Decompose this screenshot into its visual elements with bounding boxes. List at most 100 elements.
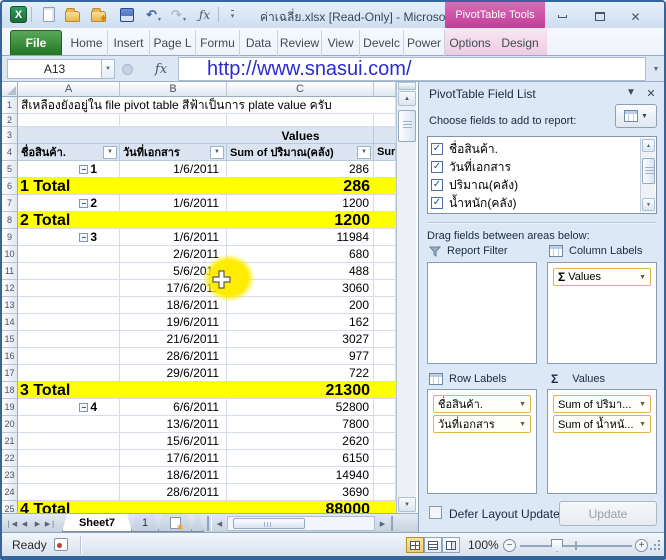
- pane-close-icon[interactable]: ✕: [643, 87, 659, 100]
- row-header-3[interactable]: 3: [2, 127, 18, 144]
- report-filter-box[interactable]: [427, 262, 537, 364]
- cell-c14[interactable]: 162: [227, 314, 374, 331]
- cell-b14[interactable]: 19/6/2011: [120, 314, 227, 331]
- tab-home[interactable]: Home: [66, 30, 108, 56]
- field-checkbox-checked[interactable]: ✓: [431, 143, 443, 155]
- row-header-18[interactable]: 18: [2, 382, 18, 399]
- row-header-8[interactable]: 8: [2, 212, 18, 229]
- undo-icon[interactable]: ↶▾: [143, 6, 160, 23]
- cell-c7[interactable]: 1200: [227, 195, 374, 212]
- prev-sheet-icon[interactable]: ◀: [18, 517, 31, 530]
- first-sheet-icon[interactable]: ❘◀: [5, 517, 18, 530]
- tab-design[interactable]: Design: [495, 30, 545, 56]
- select-all-corner[interactable]: [2, 82, 18, 97]
- cell-c23[interactable]: 14940: [227, 467, 374, 484]
- formula-input[interactable]: http://www.snasui.com/: [178, 57, 646, 81]
- defer-layout-checkbox[interactable]: [429, 506, 442, 519]
- cell-d16[interactable]: [374, 348, 396, 365]
- record-macro-icon[interactable]: [54, 538, 68, 551]
- pivot-total-row-25[interactable]: 4 Total88000: [18, 501, 396, 513]
- cell-b9[interactable]: 1/6/2011: [120, 229, 227, 246]
- sheet-tab-sheet7[interactable]: Sheet7: [62, 514, 132, 532]
- field-checkbox-checked[interactable]: ✓: [431, 179, 443, 191]
- chip-dropdown-icon[interactable]: ▼: [639, 421, 646, 428]
- cell-b20[interactable]: 13/6/2011: [120, 416, 227, 433]
- hscroll-left-icon[interactable]: ◀: [213, 517, 226, 530]
- cell-a19[interactable]: −4: [18, 399, 120, 416]
- pivot-total-row-8[interactable]: 2 Total1200: [18, 212, 396, 229]
- cell-b19[interactable]: 6/6/2011: [120, 399, 227, 416]
- row-header-15[interactable]: 15: [2, 331, 18, 348]
- field-chip-ชื่อสินค้า-[interactable]: ชื่อสินค้า.▼: [433, 395, 531, 413]
- worksheet-grid[interactable]: ABC1สีเหลืองยังอยู่ใน file pivot table ส…: [2, 82, 418, 513]
- row-header-19[interactable]: 19: [2, 399, 18, 416]
- name-box[interactable]: A13: [7, 59, 102, 79]
- name-box-dropdown-icon[interactable]: ▼: [102, 59, 115, 79]
- cell-c16[interactable]: 977: [227, 348, 374, 365]
- resize-grip[interactable]: [649, 539, 662, 552]
- cell-d9[interactable]: [374, 229, 396, 246]
- cell-d24[interactable]: [374, 484, 396, 501]
- cell-c9[interactable]: 11984: [227, 229, 374, 246]
- chip-dropdown-icon[interactable]: ▼: [519, 421, 526, 428]
- cell-d1[interactable]: [374, 97, 396, 114]
- cell-d5[interactable]: [374, 161, 396, 178]
- row-header-7[interactable]: 7: [2, 195, 18, 212]
- cell-c22[interactable]: 6150: [227, 450, 374, 467]
- cell-d19[interactable]: [374, 399, 396, 416]
- column-labels-box[interactable]: ΣValues▼: [547, 262, 657, 364]
- chip-dropdown-icon[interactable]: ▼: [639, 401, 646, 408]
- cell-b23[interactable]: 18/6/2011: [120, 467, 227, 484]
- row-header-25[interactable]: 25: [2, 501, 18, 513]
- tab-scrollbar-splitter[interactable]: [207, 516, 212, 531]
- row-header-22[interactable]: 22: [2, 450, 18, 467]
- open-folder-icon[interactable]: [64, 6, 81, 23]
- row-header-2[interactable]: 2: [2, 114, 18, 127]
- cell-d20[interactable]: [374, 416, 396, 433]
- tab-develc[interactable]: Develc: [360, 30, 404, 56]
- update-button[interactable]: Update: [559, 501, 657, 526]
- cell-a21[interactable]: [18, 433, 120, 450]
- row-header-5[interactable]: 5: [2, 161, 18, 178]
- excel-app-icon[interactable]: X: [10, 6, 27, 23]
- cell-b5[interactable]: 1/6/2011: [120, 161, 227, 178]
- cell-d7[interactable]: [374, 195, 396, 212]
- maximize-app-icon[interactable]: [591, 10, 608, 23]
- vertical-scroll-thumb[interactable]: [398, 110, 416, 142]
- collapse-item-icon[interactable]: −: [79, 233, 88, 242]
- new-document-icon[interactable]: [40, 6, 57, 23]
- row-header-6[interactable]: 6: [2, 178, 18, 195]
- pivot-total-row-18[interactable]: 3 Total21300: [18, 382, 396, 399]
- row-labels-box[interactable]: ชื่อสินค้า.▼วันที่เอกสาร▼: [427, 389, 537, 494]
- row-header-4[interactable]: 4: [2, 144, 18, 161]
- cell-a22[interactable]: [18, 450, 120, 467]
- horizontal-scroll-thumb[interactable]: [233, 518, 305, 529]
- cell-c2[interactable]: [227, 114, 374, 127]
- cell-a9[interactable]: −3: [18, 229, 120, 246]
- zoom-out-icon[interactable]: −: [503, 539, 516, 552]
- hscroll-right-icon[interactable]: ▶: [376, 517, 389, 530]
- filter-dropdown-icon[interactable]: ▼: [210, 146, 224, 159]
- row-header-1[interactable]: 1: [2, 97, 18, 114]
- field-item-4[interactable]: ✓น้ำหนัก(คลัง): [431, 194, 631, 212]
- vertical-scrollbar[interactable]: ▲ ▼: [396, 82, 416, 513]
- page-layout-view-button[interactable]: [424, 537, 442, 553]
- cell-d12[interactable]: [374, 280, 396, 297]
- row-header-21[interactable]: 21: [2, 433, 18, 450]
- tab-review[interactable]: Review: [278, 30, 322, 56]
- cell-d2[interactable]: [374, 114, 396, 127]
- cell-c21[interactable]: 2620: [227, 433, 374, 450]
- row-header-23[interactable]: 23: [2, 467, 18, 484]
- row-header-10[interactable]: 10: [2, 246, 18, 263]
- redo-icon[interactable]: ↷▾: [168, 6, 185, 23]
- field-item-2[interactable]: ✓วันที่เอกสาร: [431, 158, 631, 176]
- sheet-tab-1[interactable]: 1: [131, 514, 159, 532]
- cell-note-row1[interactable]: สีเหลืองยังอยู่ใน file pivot table สีฟ้า…: [18, 97, 374, 114]
- column-header-d[interactable]: [374, 82, 396, 97]
- tab-formu[interactable]: Formu: [196, 30, 240, 56]
- collapse-item-icon[interactable]: −: [79, 165, 88, 174]
- cell-a12[interactable]: [18, 280, 120, 297]
- cell-a15[interactable]: [18, 331, 120, 348]
- customize-qat-icon[interactable]: ▾: [224, 6, 241, 23]
- tab-file[interactable]: File: [10, 30, 62, 55]
